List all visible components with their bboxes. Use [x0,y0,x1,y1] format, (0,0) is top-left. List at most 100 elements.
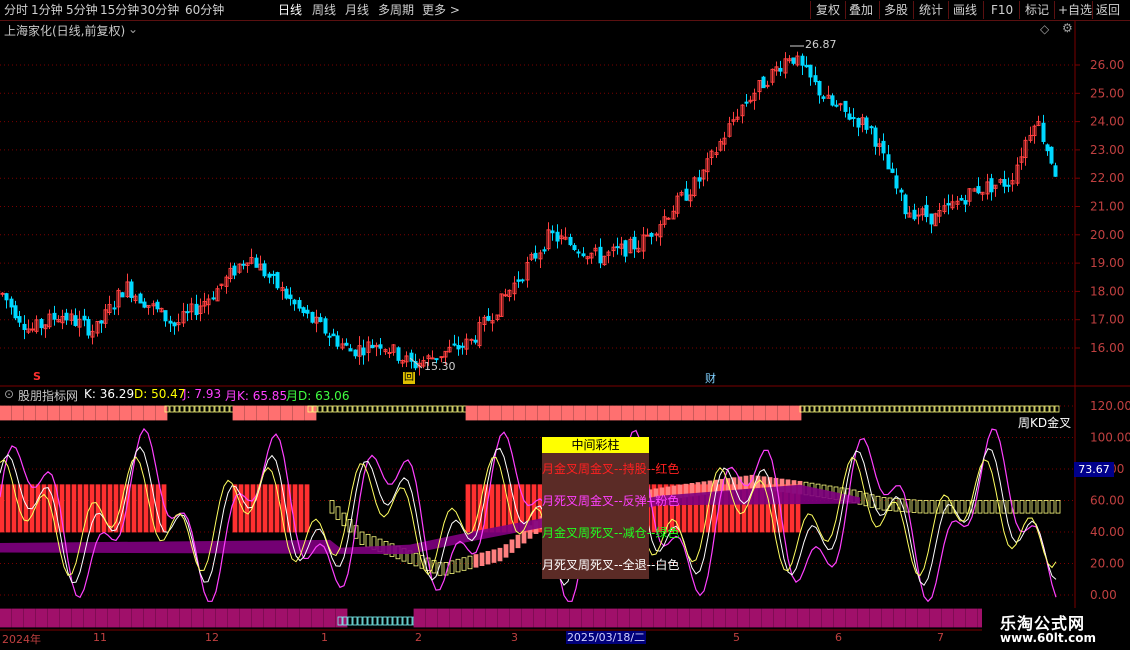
candle-body [305,309,310,314]
bottom-status-bar [425,608,438,628]
month-trend-bar [485,551,491,565]
tab-more[interactable]: 更多 > [422,2,460,18]
callback-marker[interactable]: 回 [403,372,415,384]
mark-button[interactable]: 标记 [1025,2,1049,18]
candle-body [284,288,289,299]
candle-body [378,344,383,349]
candle-body [430,357,435,360]
overlay-button[interactable]: 叠加 [849,2,873,18]
finance-marker[interactable]: 财 [705,370,716,386]
bottom-status-bar [785,608,798,628]
statistics-button[interactable]: 统计 [919,2,943,18]
settings-icon[interactable]: ⚙ [1062,21,1073,35]
candle-body [890,168,895,173]
top-status-bar [0,405,12,421]
diamond-icon[interactable]: ◇ [1040,22,1049,36]
top-status-bar [292,405,305,421]
tab-15min[interactable]: 15分钟 [100,2,139,18]
tab-30min[interactable]: 30分钟 [140,2,179,18]
top-status-bar [633,405,646,421]
bottom-status-bar [617,608,630,628]
add-watchlist-button[interactable]: +自选 [1058,2,1092,18]
candle-body [813,75,818,83]
candle-body [327,335,332,338]
tab-weekly[interactable]: 周线 [312,2,336,18]
date-label-dec: 12 [205,631,219,644]
bottom-status-bar [362,616,368,626]
price-tick-label: 19.00 [1090,256,1124,270]
top-status-bar [422,405,428,413]
candle-body [1045,144,1050,152]
indicator-name[interactable]: 股朋指标网 [18,387,78,404]
top-status-bar [1004,405,1010,413]
indicator-layer [0,405,1062,628]
candle-body [542,249,547,252]
back-button[interactable]: 返回 [1096,2,1120,18]
candle-body [843,100,848,112]
top-status-bar [194,405,200,413]
date-label-mar: 3 [511,631,518,644]
top-status-bar [322,405,328,413]
fuquan-button[interactable]: 复权 [816,2,840,18]
top-status-bar [432,405,438,413]
candle-body [791,57,796,64]
tab-1min[interactable]: 1分钟 [31,2,63,18]
bottom-status-bar [83,608,96,628]
top-status-bar [741,405,754,421]
bottom-status-bar [677,608,690,628]
chevron-down-icon[interactable]: ⌄ [128,22,138,36]
top-status-bar [304,405,317,421]
f10-button[interactable]: F10 [991,2,1013,18]
candle-body [976,186,981,194]
top-status-bar [342,405,348,413]
bottom-status-bar [263,608,276,628]
middle-color-bar [471,484,477,533]
tab-monthly[interactable]: 月线 [345,2,369,18]
bottom-status-bar [929,608,942,628]
bottom-status-bar [155,608,168,628]
candle-body [649,232,654,237]
top-status-bar [705,405,718,421]
toolbar-divider [948,1,949,19]
indicator-tick-label: 0.00 [1090,588,1117,602]
middle-color-bar [113,484,119,533]
month-trend-bar [449,560,455,574]
date-label-may: 5 [733,631,740,644]
bottom-status-bar [23,608,36,628]
top-status-bar [1029,405,1035,413]
candle-body [1049,146,1054,164]
top-status-bar [884,405,890,413]
bottom-status-bar [953,608,966,628]
middle-color-bar [250,484,256,533]
top-status-bar [869,405,875,413]
month-trend-bar [455,558,461,573]
bottom-status-bar [239,608,252,628]
tab-60min[interactable]: 60分钟 [185,2,224,18]
candle-body [817,81,822,96]
candle-body [52,312,57,320]
bottom-status-bar [557,608,570,628]
bottom-status-bar [392,616,398,626]
candle-body [185,311,190,314]
sell-marker[interactable]: S [33,370,41,383]
middle-color-bar [41,484,47,533]
tab-5min[interactable]: 5分钟 [66,2,98,18]
candle-body [452,343,457,346]
top-status-bar [939,405,945,413]
tab-fenshi[interactable]: 分时 [4,2,28,18]
candle-body [856,117,861,128]
candle-body [267,273,272,278]
bottom-status-bar [251,608,264,628]
date-label-nov: 11 [93,631,107,644]
tab-multi-period[interactable]: 多周期 [378,2,414,18]
candle-body [297,300,302,309]
draw-line-button[interactable]: 画线 [953,2,977,18]
top-status-bar [914,405,920,413]
middle-color-bar [262,484,268,533]
top-status-bar [909,405,915,413]
candle-body [387,351,392,354]
tab-daily[interactable]: 日线 [278,2,302,18]
bottom-status-bar [311,608,324,628]
multi-stock-button[interactable]: 多股 [884,2,908,18]
indicator-settings-icon[interactable]: ⊙ [4,387,14,401]
